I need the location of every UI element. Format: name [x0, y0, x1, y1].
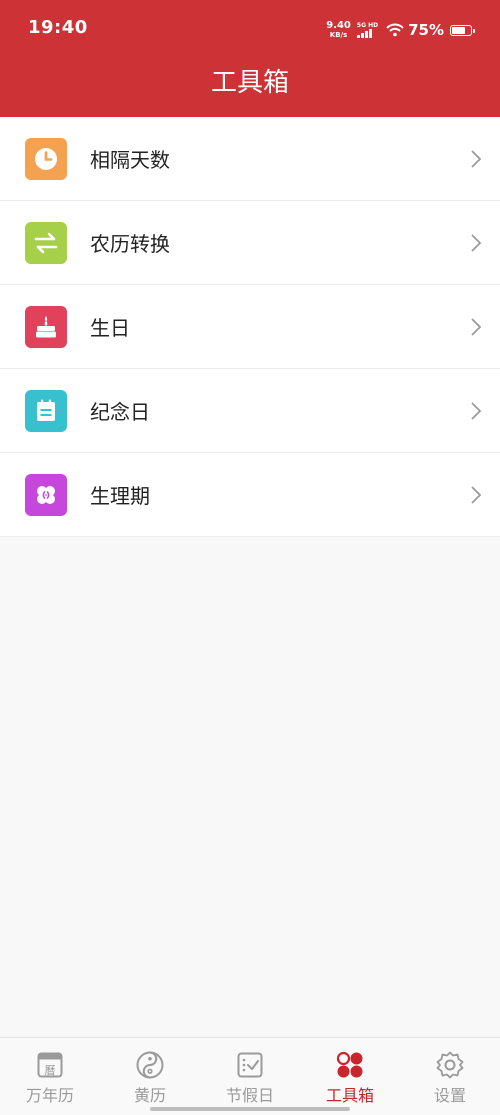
status-icons: 9.40 KB/s 5G HD 75%	[326, 18, 475, 42]
chevron-right-icon	[471, 402, 482, 420]
tab-settings[interactable]: 设置	[400, 1038, 500, 1115]
network-speed: 9.40 KB/s	[326, 20, 351, 40]
wifi-icon	[386, 23, 404, 37]
signal-bars-icon	[356, 29, 372, 38]
tool-label: 生日	[90, 316, 130, 340]
tab-label: 设置	[433, 1086, 466, 1105]
cellular-signal: 5G HD	[356, 22, 379, 38]
chevron-right-icon	[471, 318, 482, 336]
chevron-right-icon	[471, 486, 482, 504]
tab-almanac[interactable]: 黄历	[100, 1038, 200, 1115]
tool-label: 相隔天数	[90, 148, 170, 172]
tab-label: 工具箱	[325, 1086, 374, 1105]
period-icon	[25, 473, 67, 516]
tab-label: 节假日	[225, 1086, 274, 1105]
svg-text:曆: 曆	[45, 1064, 56, 1077]
chevron-right-icon	[471, 150, 482, 168]
tool-list: 相隔天数 农历转换 生日 纪念日 生理期	[0, 117, 500, 537]
holiday-check-icon	[237, 1052, 263, 1078]
gear-icon	[436, 1051, 464, 1079]
calendar-icon: 曆	[37, 1052, 63, 1078]
tool-label: 农历转换	[90, 232, 170, 256]
calendar-note-icon	[25, 389, 67, 432]
tool-item-lunar-convert[interactable]: 农历转换	[0, 201, 500, 285]
tab-calendar[interactable]: 曆 万年历	[0, 1038, 100, 1115]
tool-label: 纪念日	[90, 400, 150, 424]
birthday-cake-icon	[25, 305, 67, 348]
toolbox-icon	[336, 1051, 363, 1078]
chevron-right-icon	[471, 234, 482, 252]
battery-percent: 75%	[408, 21, 444, 39]
network-type: 5G HD	[356, 22, 379, 29]
network-speed-unit: KB/s	[329, 31, 348, 39]
clock-icon	[25, 137, 67, 180]
tool-item-days-between[interactable]: 相隔天数	[0, 117, 500, 201]
status-time: 19:40	[28, 17, 88, 38]
tool-label: 生理期	[90, 484, 150, 508]
bottom-tab-bar: 曆 万年历 黄历 节假日 工具箱 设置	[0, 1037, 500, 1115]
tab-toolbox[interactable]: 工具箱	[300, 1038, 400, 1115]
battery-icon	[450, 24, 475, 36]
app-header: 19:40 9.40 KB/s 5G HD 75% 工具箱	[0, 0, 500, 117]
yin-yang-icon	[136, 1051, 164, 1079]
tool-item-anniversary[interactable]: 纪念日	[0, 369, 500, 453]
tab-label: 万年历	[25, 1086, 74, 1105]
home-indicator[interactable]	[150, 1107, 350, 1111]
swap-arrows-icon	[25, 221, 67, 264]
tab-label: 黄历	[133, 1086, 166, 1105]
tool-item-period[interactable]: 生理期	[0, 453, 500, 537]
page-title: 工具箱	[210, 68, 289, 98]
tab-holidays[interactable]: 节假日	[200, 1038, 300, 1115]
network-speed-value: 9.40	[326, 20, 351, 31]
tool-item-birthday[interactable]: 生日	[0, 285, 500, 369]
